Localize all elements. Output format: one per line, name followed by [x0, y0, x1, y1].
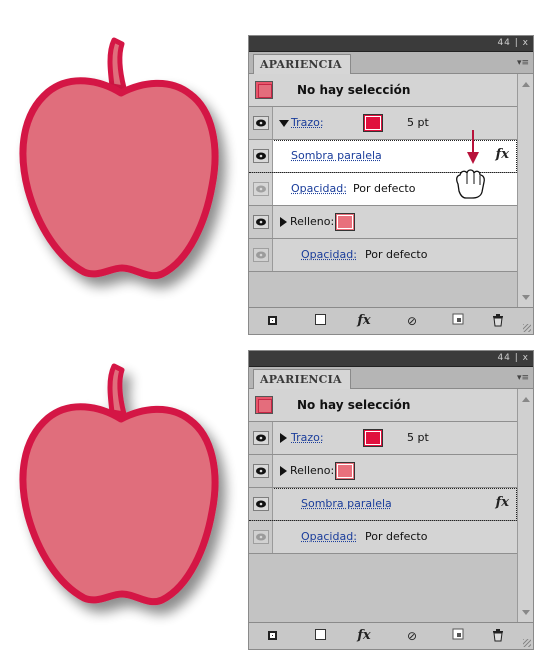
opacity-link[interactable]: Opacidad: — [291, 182, 347, 195]
no-selection-label: No hay selección — [297, 83, 411, 97]
drop-shadow-link[interactable]: Sombra paralela — [301, 497, 392, 510]
add-effect-icon[interactable]: fx — [355, 628, 373, 644]
add-stroke-icon[interactable] — [263, 313, 281, 329]
panel-window-controls[interactable]: 44 | x — [497, 353, 529, 363]
disclosure-triangle-icon[interactable] — [280, 466, 287, 476]
panel-menu-icon[interactable]: ▾≡ — [516, 57, 530, 69]
eye-icon[interactable] — [253, 530, 269, 544]
row-fill[interactable]: Relleno: — [249, 455, 517, 488]
stroke-label[interactable]: Trazo: — [291, 116, 324, 129]
stroke-label[interactable]: Trazo: — [291, 431, 324, 444]
opacity-value: Por defecto — [365, 248, 428, 261]
duplicate-icon[interactable] — [449, 628, 467, 644]
fill-label[interactable]: Relleno: — [290, 215, 334, 228]
add-effect-icon[interactable]: fx — [355, 313, 373, 329]
vertical-scrollbar[interactable] — [517, 389, 533, 623]
apple-illustration — [19, 37, 219, 280]
down-arrow-icon — [467, 130, 479, 164]
row-no-selection[interactable]: No hay selección — [249, 389, 517, 422]
row-opacity[interactable]: Opacidad: Por defecto — [249, 239, 517, 272]
panel-tabstrip: APARIENCIA ▾≡ — [249, 367, 533, 390]
trash-icon[interactable] — [489, 628, 507, 644]
visibility-cell[interactable] — [249, 521, 273, 553]
duplicate-icon[interactable] — [449, 313, 467, 329]
visibility-cell[interactable] — [249, 455, 273, 487]
hand-cursor-icon — [456, 169, 485, 199]
resize-grip[interactable] — [523, 324, 531, 332]
eye-icon[interactable] — [253, 215, 269, 229]
trash-icon[interactable] — [489, 313, 507, 329]
stroke-color-swatch[interactable] — [363, 114, 383, 132]
panel-toolbar: fx ⊘ — [249, 307, 533, 334]
panel-window-controls[interactable]: 44 | x — [497, 38, 529, 48]
scroll-up-icon[interactable] — [522, 82, 530, 87]
panel-titlebar[interactable]: 44 | x — [249, 351, 533, 367]
apple-illustration — [19, 363, 219, 606]
visibility-cell[interactable] — [249, 239, 273, 271]
visibility-cell[interactable] — [249, 173, 273, 205]
scroll-down-icon[interactable] — [522, 295, 530, 300]
panel-tabstrip: APARIENCIA ▾≡ — [249, 52, 533, 75]
tab-appearance[interactable]: APARIENCIA — [253, 369, 351, 390]
opacity-value: Por defecto — [365, 530, 428, 543]
add-fill-icon[interactable] — [311, 628, 329, 644]
panel-menu-icon[interactable]: ▾≡ — [516, 372, 530, 384]
tab-appearance[interactable]: APARIENCIA — [253, 54, 351, 75]
visibility-cell[interactable] — [249, 206, 273, 238]
eye-icon[interactable] — [253, 248, 269, 262]
opacity-value: Por defecto — [353, 182, 416, 195]
visibility-cell[interactable] — [249, 140, 273, 172]
row-drop-shadow[interactable]: Sombra paralela fx — [249, 488, 517, 521]
fill-label[interactable]: Relleno: — [290, 464, 334, 477]
stroke-weight[interactable]: 5 pt — [407, 116, 429, 129]
object-thumbnail — [255, 81, 273, 99]
row-fill[interactable]: Relleno: — [249, 206, 517, 239]
apple-artwork-bottom — [0, 326, 245, 652]
clear-icon[interactable]: ⊘ — [403, 313, 421, 329]
appearance-panel-top: 44 | x APARIENCIA ▾≡ No hay selección Tr… — [248, 35, 534, 335]
panel-toolbar: fx ⊘ — [249, 622, 533, 649]
apple-artwork-top — [0, 0, 245, 326]
visibility-cell[interactable] — [249, 488, 273, 520]
vertical-scrollbar[interactable] — [517, 74, 533, 308]
disclosure-triangle-icon[interactable] — [280, 217, 287, 227]
appearance-panel-bottom: 44 | x APARIENCIA ▾≡ No hay selección Tr… — [248, 350, 534, 650]
eye-icon[interactable] — [253, 149, 269, 163]
object-thumbnail — [255, 396, 273, 414]
disclosure-triangle-icon[interactable] — [279, 120, 289, 127]
fx-icon[interactable]: fx — [496, 147, 509, 162]
stroke-color-swatch[interactable] — [363, 429, 383, 447]
opacity-link[interactable]: Opacidad: — [301, 530, 357, 543]
fill-color-swatch[interactable] — [335, 462, 355, 480]
opacity-link[interactable]: Opacidad: — [301, 248, 357, 261]
fill-color-swatch[interactable] — [335, 213, 355, 231]
row-opacity[interactable]: Opacidad: Por defecto — [249, 521, 517, 554]
visibility-cell[interactable] — [249, 107, 273, 139]
eye-icon[interactable] — [253, 464, 269, 478]
eye-icon[interactable] — [253, 116, 269, 130]
resize-grip[interactable] — [523, 639, 531, 647]
disclosure-triangle-icon[interactable] — [280, 433, 287, 443]
stroke-weight[interactable]: 5 pt — [407, 431, 429, 444]
scroll-down-icon[interactable] — [522, 610, 530, 615]
row-stroke[interactable]: Trazo: 5 pt — [249, 422, 517, 455]
appearance-list: No hay selección Trazo: 5 pt Relleno: So… — [249, 389, 517, 623]
no-selection-label: No hay selección — [297, 398, 411, 412]
fx-icon[interactable]: fx — [496, 495, 509, 510]
visibility-cell[interactable] — [249, 422, 273, 454]
clear-icon[interactable]: ⊘ — [403, 628, 421, 644]
eye-icon[interactable] — [253, 431, 269, 445]
eye-icon[interactable] — [253, 497, 269, 511]
add-fill-icon[interactable] — [311, 313, 329, 329]
panel-titlebar[interactable]: 44 | x — [249, 36, 533, 52]
eye-icon[interactable] — [253, 182, 269, 196]
add-stroke-icon[interactable] — [263, 628, 281, 644]
drop-shadow-link[interactable]: Sombra paralela — [291, 149, 382, 162]
scroll-up-icon[interactable] — [522, 397, 530, 402]
row-no-selection[interactable]: No hay selección — [249, 74, 517, 107]
